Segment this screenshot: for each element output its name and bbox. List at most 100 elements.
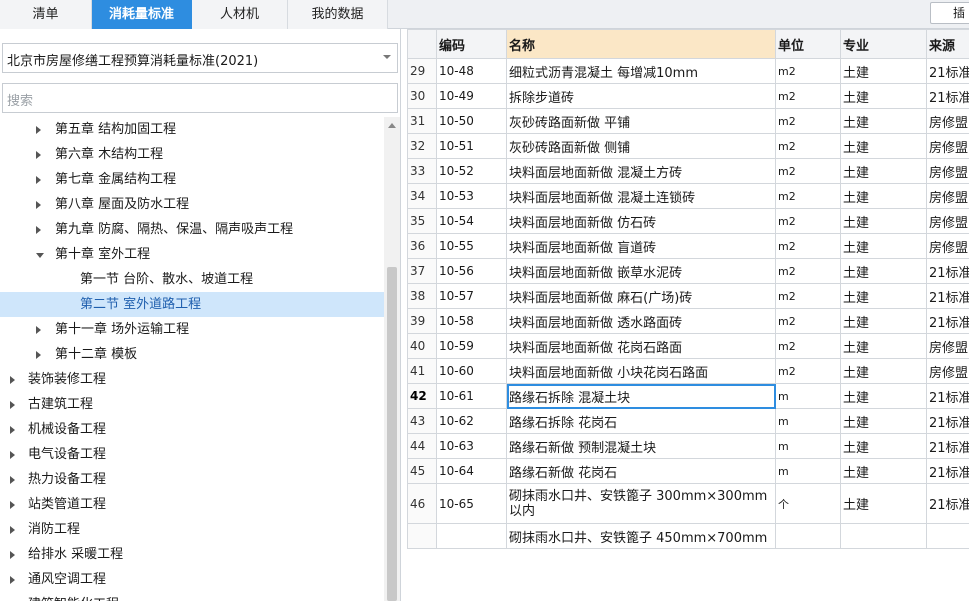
cell-unit[interactable]: m2 xyxy=(775,58,841,84)
cell-code[interactable]: 10-50 xyxy=(436,108,507,134)
table-row[interactable]: 38 10-57 块料面层地面新做 麻石(广场)砖 m2 土建 21标准 xyxy=(407,283,969,309)
cell-name[interactable]: 细粒式沥青混凝土 每增减10mm xyxy=(506,58,776,84)
tree-item[interactable]: 站类管道工程 xyxy=(0,492,384,517)
table-row[interactable]: 39 10-58 块料面层地面新做 透水路面砖 m2 土建 21标准 xyxy=(407,308,969,334)
cell-source[interactable] xyxy=(926,523,969,549)
tab-labor-material-machine[interactable]: 人材机 xyxy=(192,0,288,29)
cell-unit[interactable]: m2 xyxy=(775,158,841,184)
cell-unit[interactable] xyxy=(775,523,841,549)
tree-item[interactable]: 古建筑工程 xyxy=(0,392,384,417)
tree-item[interactable]: 机械设备工程 xyxy=(0,417,384,442)
cell-specialty[interactable]: 土建 xyxy=(840,283,927,309)
cell-unit[interactable]: m2 xyxy=(775,283,841,309)
cell-specialty[interactable]: 土建 xyxy=(840,133,927,159)
row-index[interactable]: 35 xyxy=(407,208,437,234)
chevron-right-icon[interactable] xyxy=(36,176,41,184)
table-row[interactable]: 砌抹雨水口井、安铁篦子 450mm×700mm xyxy=(407,523,969,549)
cell-source[interactable]: 房修盟 xyxy=(926,158,969,184)
tree-item[interactable]: 第八章 屋面及防水工程 xyxy=(0,192,384,217)
cell-code[interactable]: 10-60 xyxy=(436,358,507,384)
cell-code[interactable]: 10-55 xyxy=(436,233,507,259)
table-row[interactable]: 43 10-62 路缘石拆除 花岗石 m 土建 21标准 xyxy=(407,408,969,434)
cell-specialty[interactable]: 土建 xyxy=(840,108,927,134)
row-index[interactable]: 42 xyxy=(407,383,437,409)
col-header-source[interactable]: 来源 xyxy=(926,29,969,59)
tree-item[interactable]: 热力设备工程 xyxy=(0,467,384,492)
cell-specialty[interactable]: 土建 xyxy=(840,383,927,409)
row-index[interactable]: 39 xyxy=(407,308,437,334)
cell-name[interactable]: 灰砂砖路面新做 侧铺 xyxy=(506,133,776,159)
cell-name[interactable]: 块料面层地面新做 嵌草水泥砖 xyxy=(506,258,776,284)
tab-consumption-standard[interactable]: 消耗量标准 xyxy=(92,0,192,29)
cell-source[interactable]: 21标准 xyxy=(926,83,969,109)
cell-unit[interactable]: m xyxy=(775,433,841,459)
cell-unit[interactable]: m2 xyxy=(775,233,841,259)
cell-specialty[interactable]: 土建 xyxy=(840,258,927,284)
chevron-right-icon[interactable] xyxy=(10,501,15,509)
table-row[interactable]: 44 10-63 路缘石新做 预制混凝土块 m 土建 21标准 xyxy=(407,433,969,459)
chevron-right-icon[interactable] xyxy=(10,401,15,409)
cell-specialty[interactable]: 土建 xyxy=(840,58,927,84)
row-index[interactable]: 36 xyxy=(407,233,437,259)
chevron-right-icon[interactable] xyxy=(36,126,41,134)
cell-source[interactable]: 房修盟 xyxy=(926,333,969,359)
chevron-right-icon[interactable] xyxy=(36,201,41,209)
row-index[interactable]: 46 xyxy=(407,483,437,524)
cell-specialty[interactable]: 土建 xyxy=(840,458,927,484)
chevron-down-icon[interactable] xyxy=(36,253,44,258)
tree-item[interactable]: 建筑智能化工程 xyxy=(0,592,384,601)
table-row[interactable]: 33 10-52 块料面层地面新做 混凝土方砖 m2 土建 房修盟 xyxy=(407,158,969,184)
cell-specialty[interactable]: 土建 xyxy=(840,183,927,209)
table-row[interactable]: 36 10-55 块料面层地面新做 盲道砖 m2 土建 房修盟 xyxy=(407,233,969,259)
tree-item[interactable]: 给排水 采暖工程 xyxy=(0,542,384,567)
cell-unit[interactable]: m xyxy=(775,408,841,434)
cell-specialty[interactable]: 土建 xyxy=(840,233,927,259)
table-row[interactable]: 32 10-51 灰砂砖路面新做 侧铺 m2 土建 房修盟 xyxy=(407,133,969,159)
table-row[interactable]: 45 10-64 路缘石新做 花岗石 m 土建 21标准 xyxy=(407,458,969,484)
chevron-right-icon[interactable] xyxy=(10,451,15,459)
cell-code[interactable]: 10-59 xyxy=(436,333,507,359)
cell-code[interactable]: 10-57 xyxy=(436,283,507,309)
row-index[interactable]: 40 xyxy=(407,333,437,359)
cell-specialty[interactable]: 土建 xyxy=(840,308,927,334)
table-row[interactable]: 29 10-48 细粒式沥青混凝土 每增减10mm m2 土建 21标准 xyxy=(407,58,969,84)
cell-source[interactable]: 房修盟 xyxy=(926,358,969,384)
cell-code[interactable]: 10-58 xyxy=(436,308,507,334)
chevron-right-icon[interactable] xyxy=(36,351,41,359)
table-row[interactable]: 41 10-60 块料面层地面新做 小块花岗石路面 m2 土建 房修盟 xyxy=(407,358,969,384)
cell-specialty[interactable]: 土建 xyxy=(840,483,927,524)
row-index[interactable]: 30 xyxy=(407,83,437,109)
row-index[interactable]: 41 xyxy=(407,358,437,384)
scrollbar-thumb[interactable] xyxy=(387,267,397,601)
cell-name[interactable]: 灰砂砖路面新做 平铺 xyxy=(506,108,776,134)
cell-name[interactable]: 块料面层地面新做 小块花岗石路面 xyxy=(506,358,776,384)
scroll-up-icon[interactable] xyxy=(388,123,396,128)
tree-item[interactable]: 第十二章 模板 xyxy=(0,342,384,367)
cell-unit[interactable]: m2 xyxy=(775,108,841,134)
cell-name[interactable]: 块料面层地面新做 花岗石路面 xyxy=(506,333,776,359)
cell-unit[interactable]: m xyxy=(775,383,841,409)
row-index[interactable]: 34 xyxy=(407,183,437,209)
cell-source[interactable]: 21标准 xyxy=(926,308,969,334)
chevron-right-icon[interactable] xyxy=(10,376,15,384)
row-index[interactable]: 31 xyxy=(407,108,437,134)
cell-source[interactable]: 21标准 xyxy=(926,258,969,284)
cell-code[interactable]: 10-64 xyxy=(436,458,507,484)
cell-code[interactable]: 10-62 xyxy=(436,408,507,434)
row-index[interactable]: 37 xyxy=(407,258,437,284)
cell-code[interactable]: 10-49 xyxy=(436,83,507,109)
cell-source[interactable]: 21标准 xyxy=(926,283,969,309)
row-index[interactable]: 33 xyxy=(407,158,437,184)
tree-item[interactable]: 第一节 台阶、散水、坡道工程 xyxy=(0,267,384,292)
cell-source[interactable]: 21标准 xyxy=(926,383,969,409)
cell-name[interactable]: 路缘石拆除 混凝土块 xyxy=(506,383,776,409)
cell-code[interactable]: 10-54 xyxy=(436,208,507,234)
cell-specialty[interactable]: 土建 xyxy=(840,408,927,434)
chevron-right-icon[interactable] xyxy=(10,426,15,434)
table-row[interactable]: 40 10-59 块料面层地面新做 花岗石路面 m2 土建 房修盟 xyxy=(407,333,969,359)
table-row[interactable]: 34 10-53 块料面层地面新做 混凝土连锁砖 m2 土建 房修盟 xyxy=(407,183,969,209)
cell-source[interactable]: 房修盟 xyxy=(926,183,969,209)
cell-source[interactable]: 21标准 xyxy=(926,408,969,434)
row-index[interactable]: 38 xyxy=(407,283,437,309)
cell-code[interactable]: 10-48 xyxy=(436,58,507,84)
